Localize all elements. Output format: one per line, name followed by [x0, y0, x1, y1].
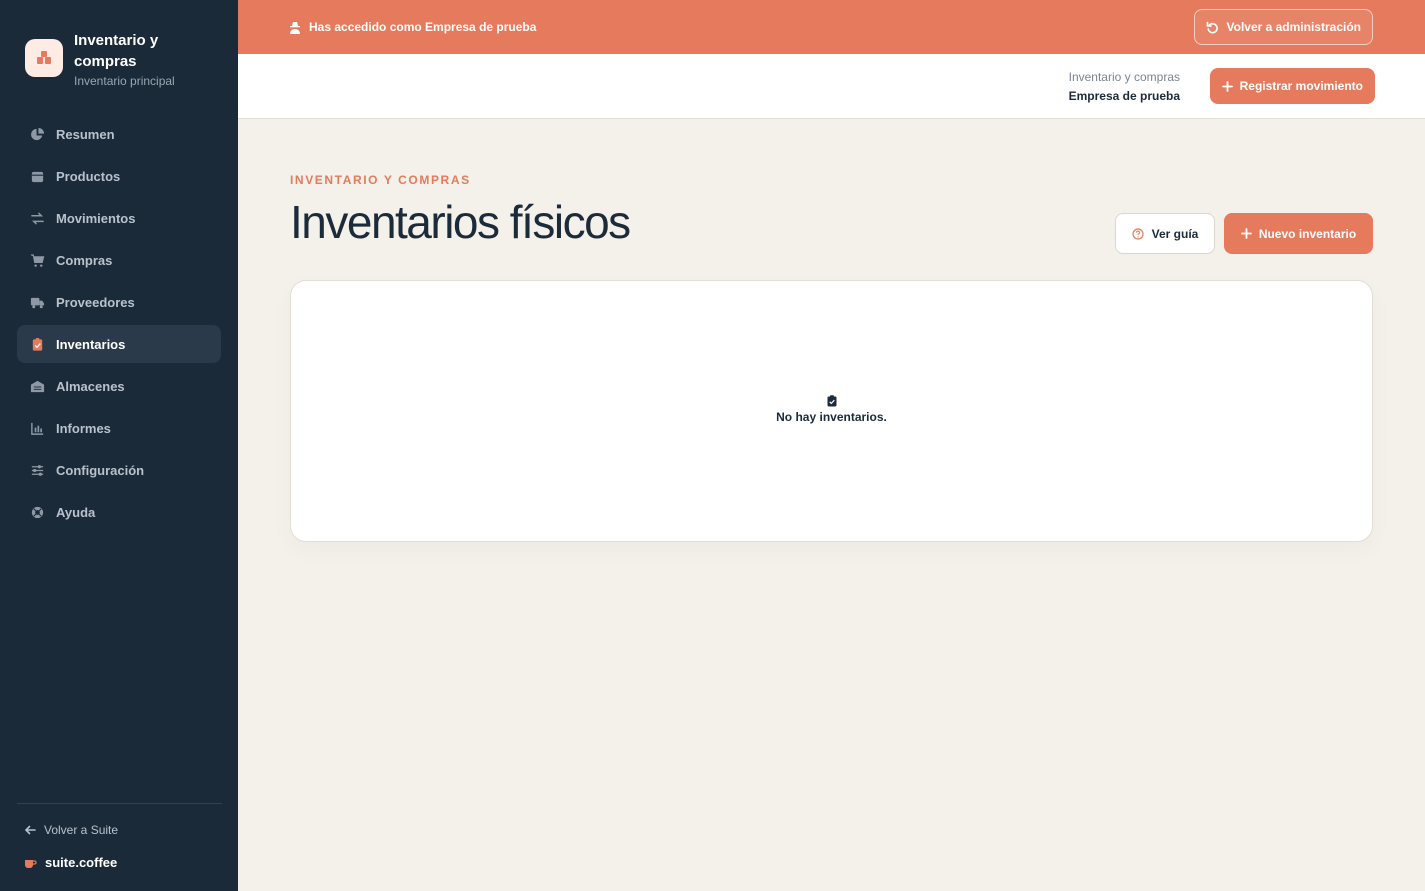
impersonation-text: Has accedido como Empresa de prueba — [309, 20, 537, 34]
sidebar-item-configuracion[interactable]: Configuración — [17, 451, 221, 489]
clipboard-check-icon — [32, 337, 43, 351]
back-to-suite-label: Volver a Suite — [44, 823, 119, 837]
sidebar-item-label: Informes — [56, 420, 111, 436]
register-movement-label: Registrar movimiento — [1239, 79, 1363, 93]
view-guide-button[interactable]: Ver guía — [1115, 213, 1215, 254]
page-title: Inventarios físicos — [290, 196, 631, 248]
pie-chart-icon — [31, 127, 45, 140]
user-secret-icon — [290, 21, 300, 34]
warehouse-icon — [30, 380, 45, 392]
plus-icon — [1240, 228, 1252, 239]
question-circle-icon — [1132, 227, 1144, 240]
sidebar-item-label: Proveedores — [56, 294, 135, 310]
brand[interactable]: Inventario y compras Inventario principa… — [25, 30, 194, 88]
back-to-suite-link[interactable]: Volver a Suite — [24, 823, 118, 837]
plus-icon — [1221, 80, 1233, 92]
sidebar-item-label: Configuración — [56, 462, 145, 478]
arrow-left-icon — [24, 825, 36, 835]
empty-state: No hay inventarios. — [291, 395, 1372, 424]
clipboard-check-icon — [827, 395, 836, 407]
sidebar-item-movimientos[interactable]: Movimientos — [17, 199, 221, 237]
sidebar-item-label: Compras — [56, 252, 113, 268]
sidebar-item-informes[interactable]: Informes — [17, 409, 221, 447]
back-to-admin-button[interactable]: Volver a administración — [1193, 9, 1373, 45]
header-company-name: Empresa de prueba — [1068, 89, 1180, 103]
sidebar-item-label: Productos — [56, 168, 121, 184]
impersonation-banner: Has accedido como Empresa de prueba Volv… — [238, 0, 1425, 54]
truck-icon — [30, 297, 45, 308]
sidebar-item-label: Inventarios — [56, 336, 126, 352]
suite-brand[interactable]: suite.coffee — [24, 855, 117, 870]
sidebar-item-compras[interactable]: Compras — [17, 241, 221, 279]
sidebar-item-almacenes[interactable]: Almacenes — [17, 367, 221, 405]
sidebar-item-ayuda[interactable]: Ayuda — [17, 493, 221, 531]
empty-state-text: No hay inventarios. — [776, 410, 887, 424]
new-inventory-label: Nuevo inventario — [1258, 226, 1357, 241]
sliders-icon — [31, 464, 44, 476]
sidebar-item-label: Movimientos — [56, 210, 136, 226]
top-header: Inventario y compras Empresa de prueba R… — [238, 54, 1425, 119]
back-to-admin-label: Volver a administración — [1226, 20, 1362, 34]
brand-subtitle: Inventario principal — [74, 74, 175, 88]
arrows-exchange-icon — [31, 212, 44, 224]
sidebar-item-inventarios[interactable]: Inventarios — [17, 325, 221, 363]
bar-chart-icon — [31, 422, 44, 435]
brand-title: Inventario y compras — [74, 32, 159, 70]
box-icon — [31, 171, 44, 182]
cart-icon — [30, 253, 45, 267]
coffee-cup-icon — [25, 859, 37, 868]
sidebar-item-label: Almacenes — [56, 378, 125, 394]
inventories-card: No hay inventarios. — [290, 280, 1373, 542]
sidebar: Inventario y compras Inventario principa… — [0, 0, 238, 891]
header-context: Inventario y compras Empresa de prueba — [1069, 70, 1180, 103]
boxes-icon — [25, 39, 63, 77]
sidebar-item-productos[interactable]: Productos — [17, 157, 221, 195]
header-app-name: Inventario y compras — [1068, 70, 1180, 84]
page-eyebrow: INVENTARIO Y COMPRAS — [290, 173, 471, 187]
impersonation-message: Has accedido como Empresa de prueba — [289, 20, 536, 34]
lifebuoy-icon — [31, 506, 44, 518]
sidebar-item-proveedores[interactable]: Proveedores — [17, 283, 221, 321]
view-guide-label: Ver guía — [1151, 226, 1199, 241]
register-movement-button[interactable]: Registrar movimiento — [1209, 68, 1375, 104]
suite-brand-label: suite.coffee — [45, 855, 118, 870]
new-inventory-button[interactable]: Nuevo inventario — [1224, 213, 1373, 254]
sidebar-divider — [17, 803, 222, 804]
sidebar-nav: Resumen Productos Movimientos Compras Pr… — [17, 115, 221, 535]
sidebar-item-resumen[interactable]: Resumen — [17, 115, 221, 153]
sidebar-item-label: Ayuda — [56, 504, 96, 520]
sidebar-item-label: Resumen — [56, 126, 115, 142]
undo-icon — [1206, 21, 1218, 33]
